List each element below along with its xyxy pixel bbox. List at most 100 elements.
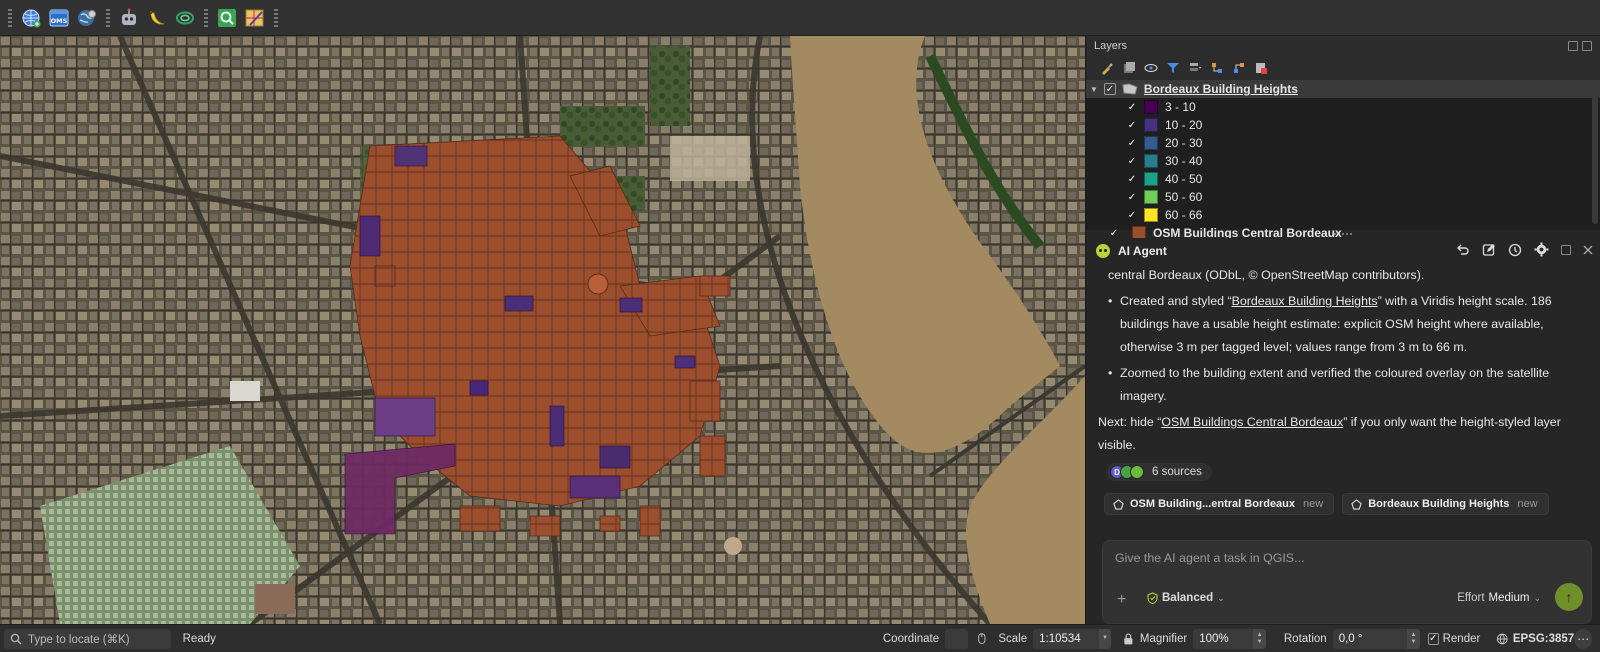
new-chat-icon[interactable] (1482, 243, 1496, 257)
layer-chip-building-heights[interactable]: Bordeaux Building Heights new (1342, 493, 1549, 515)
legend-class-row[interactable]: ✓ 30 - 40 (1086, 152, 1600, 170)
message-next: Next: hide “OSM Buildings Central Bordea… (1098, 415, 1561, 452)
coordinate-field[interactable] (945, 628, 968, 649)
render-checkbox[interactable]: ✓ (1427, 632, 1439, 645)
magnifier-spinbox[interactable]: 100% (1193, 628, 1254, 649)
layer-chip-osm-buildings[interactable]: OSM Building...entral Bordeaux new (1104, 493, 1335, 515)
rotation-stepper-icon[interactable]: ▲ ▼ (1407, 628, 1420, 649)
filter-icon[interactable] (1166, 61, 1180, 75)
layers-scrollbar[interactable] (1592, 84, 1598, 224)
prompt-box: + Balanced ⌄ Effort Medium ⌄ ↑ (1102, 540, 1592, 624)
chip-label: Bordeaux Building Heights (1368, 498, 1510, 510)
new-badge: new (1517, 498, 1538, 510)
prompt-input[interactable] (1115, 551, 1565, 565)
class-visibility-checkbox[interactable]: ✓ (1126, 191, 1138, 203)
legend-class-row[interactable]: ✓ 60 - 66 (1086, 206, 1600, 224)
sources-label: 6 sources (1152, 466, 1202, 478)
status-bar: Type to locate (⌘K) Ready Coordinate Sca… (0, 624, 1600, 652)
globe-add-icon[interactable] (18, 5, 44, 31)
chevron-down-icon[interactable]: ▼ (1090, 85, 1098, 94)
scale-dropdown-icon[interactable]: ▼ (1098, 628, 1112, 649)
layers-panel-title: Layers (1094, 40, 1128, 52)
locator-search-input[interactable]: Type to locate (⌘K) (4, 628, 171, 649)
legend-class-row[interactable]: ✓ 40 - 50 (1086, 170, 1600, 188)
layer-visibility-checkbox[interactable]: ✓ (1103, 83, 1116, 95)
right-dock: Layers ▼ ✓ Bordeaux Building Heights ✓ 3 … (1085, 36, 1600, 624)
legend-class-row[interactable]: ✓ 10 - 20 (1086, 116, 1600, 134)
close-panel-icon[interactable] (1582, 41, 1592, 51)
toolbar-grip[interactable] (204, 8, 208, 27)
robot-icon[interactable] (116, 5, 142, 31)
effort-selector[interactable]: Effort Medium ⌄ (1457, 592, 1541, 604)
collapse-all-icon[interactable] (1232, 61, 1246, 75)
mode-selector[interactable]: Balanced ⌄ (1147, 592, 1225, 604)
add-group-icon[interactable] (1122, 61, 1136, 75)
magnifier-label: Magnifier (1139, 632, 1188, 645)
toolbar-grip[interactable] (106, 8, 110, 27)
sources-button[interactable]: D 6 sources (1106, 463, 1212, 481)
shield-check-icon (1147, 592, 1158, 604)
add-attachment-icon[interactable]: + (1117, 591, 1126, 609)
rotation-spinbox[interactable]: 0,0 ° (1332, 628, 1408, 649)
ai-agent-title: AI Agent (1118, 244, 1167, 258)
map-wand-icon[interactable] (242, 5, 268, 31)
remove-layer-icon[interactable] (1254, 61, 1268, 75)
class-visibility-checkbox[interactable]: ✓ (1126, 137, 1138, 149)
class-visibility-checkbox[interactable]: ✓ (1126, 119, 1138, 131)
class-visibility-checkbox[interactable]: ✓ (1126, 155, 1138, 167)
float-panel-icon[interactable] (1568, 41, 1578, 51)
legend-class-row[interactable]: ✓ 20 - 30 (1086, 134, 1600, 152)
chevron-down-icon: ⌄ (1533, 592, 1541, 603)
layer-link[interactable]: OSM Buildings Central Bordeaux (1161, 415, 1343, 429)
undo-icon[interactable] (1456, 243, 1470, 257)
style-brush-icon[interactable] (1100, 61, 1114, 75)
coordinate-label: Coordinate (882, 632, 940, 645)
class-label: 10 - 20 (1165, 118, 1203, 132)
filter-legend-icon[interactable] (1188, 61, 1202, 75)
class-visibility-checkbox[interactable]: ✓ (1126, 209, 1138, 221)
map-canvas[interactable] (0, 36, 1085, 624)
locate-search-icon[interactable] (214, 5, 240, 31)
crs-label[interactable]: EPSG:3857 (1513, 633, 1574, 645)
banana-icon[interactable] (144, 5, 170, 31)
swirl-icon[interactable] (172, 5, 198, 31)
oms-icon[interactable]: OMS (46, 5, 72, 31)
polygon-icon (1351, 498, 1362, 510)
status-message: Ready (182, 632, 216, 645)
visibility-eye-icon[interactable] (1144, 61, 1158, 75)
messages-icon[interactable]: ⋯ (1574, 628, 1593, 649)
expand-all-icon[interactable] (1210, 61, 1224, 75)
layer-link[interactable]: Bordeaux Building Heights (1232, 294, 1378, 308)
legend-class-row[interactable]: ✓ 50 - 60 (1086, 188, 1600, 206)
layer-chips: OSM Building...entral Bordeaux new Borde… (1104, 493, 1600, 515)
history-clock-icon[interactable] (1508, 243, 1522, 257)
scale-combobox[interactable]: 1:10534 (1033, 628, 1099, 649)
svg-text:OMS: OMS (51, 17, 68, 25)
message-bullet: Created and styled “Bordeaux Building He… (1108, 290, 1581, 359)
class-visibility-checkbox[interactable]: ✓ (1126, 173, 1138, 185)
layers-tree[interactable]: ▼ ✓ Bordeaux Building Heights ✓ 3 - 10 ✓ 10… (1086, 80, 1600, 240)
layer-group-row[interactable]: ▼ ✓ Bordeaux Building Heights (1086, 80, 1600, 98)
float-panel-icon[interactable] (1561, 244, 1571, 255)
legend-class-row[interactable]: ✓ 3 - 10 (1086, 98, 1600, 116)
mouse-coordinates-icon[interactable] (976, 632, 989, 646)
legend-swatch (1144, 172, 1158, 186)
send-arrow-icon[interactable]: ↑ (1555, 583, 1583, 611)
agent-message: central Bordeaux (ODbL, © OpenStreetMap … (1086, 264, 1600, 457)
satellite-map[interactable] (0, 36, 1085, 624)
locator-placeholder: Type to locate (⌘K) (28, 633, 130, 646)
magnifier-stepper-icon[interactable]: ▲ ▼ (1253, 628, 1266, 649)
source-avatars: D (1110, 465, 1144, 479)
close-icon[interactable] (1583, 245, 1593, 255)
world-gear-icon[interactable] (74, 5, 100, 31)
toolbar-grip[interactable] (274, 8, 278, 27)
vector-polygon-icon (1122, 83, 1138, 95)
lock-icon[interactable] (1123, 632, 1134, 646)
ai-agent-panel: AI Agent central Bordeaux (ODbL, © OpenS… (1086, 238, 1600, 624)
rotation-label: Rotation (1283, 632, 1327, 645)
settings-gear-icon[interactable] (1534, 242, 1549, 257)
toolbar-grip[interactable] (8, 8, 12, 27)
class-visibility-checkbox[interactable]: ✓ (1126, 101, 1138, 113)
class-label: 60 - 66 (1165, 208, 1203, 222)
crs-globe-icon[interactable] (1496, 632, 1509, 646)
